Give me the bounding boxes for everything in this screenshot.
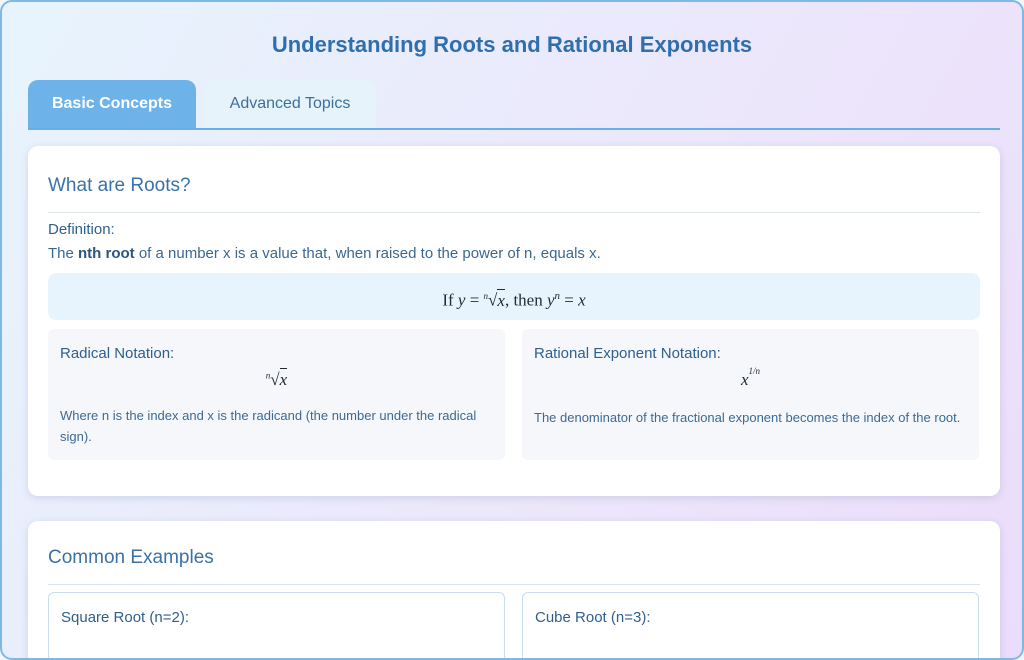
definition-bold: nth root xyxy=(78,245,135,262)
tab-advanced-topics[interactable]: Advanced Topics xyxy=(204,80,376,128)
rational-exponent-box: Rational Exponent Notation: x1/n The den… xyxy=(522,329,979,460)
rational-exponent-label: Rational Exponent Notation: xyxy=(534,345,721,362)
roots-card-heading: What are Roots? xyxy=(48,168,980,213)
example-cube-root: Cube Root (n=3): xyxy=(522,592,979,658)
app-frame: Understanding Roots and Rational Exponen… xyxy=(0,0,1024,660)
examples-card: Common Examples Square Root (n=2): Cube … xyxy=(28,521,1000,658)
example-square-root: Square Root (n=2): xyxy=(48,592,505,658)
example-square-root-label: Square Root (n=2): xyxy=(61,609,189,626)
rational-exponent-description: The denominator of the fractional expone… xyxy=(534,410,961,425)
definition-post: of a number x is a value that, when rais… xyxy=(134,245,601,262)
radical-notation-label: Radical Notation: xyxy=(60,345,175,362)
radical-notation-description: Where n is the index and x is the radica… xyxy=(60,408,477,444)
formula-if: If xyxy=(442,290,454,310)
page-title: Understanding Roots and Rational Exponen… xyxy=(271,32,753,57)
definition-text: The nth root of a number x is a value th… xyxy=(48,245,601,262)
roots-card: What are Roots? Definition: The nth root… xyxy=(28,146,1000,496)
radical-notation-math: n√x xyxy=(265,368,288,389)
definition-pre: The xyxy=(48,245,79,262)
tab-basic-concepts[interactable]: Basic Concepts xyxy=(28,80,196,128)
formula-then: then xyxy=(513,290,543,310)
tab-bar: Basic Concepts Advanced Topics xyxy=(28,80,1000,130)
definition-label: Definition: xyxy=(48,221,115,238)
example-cube-root-label: Cube Root (n=3): xyxy=(535,609,651,626)
examples-card-heading: Common Examples xyxy=(48,540,980,585)
radical-notation-box: Radical Notation: n√x Where n is the ind… xyxy=(48,329,505,460)
definition-formula: If y = n√x, then yn = x xyxy=(48,273,980,320)
rational-exponent-math: x1/n xyxy=(740,366,761,389)
